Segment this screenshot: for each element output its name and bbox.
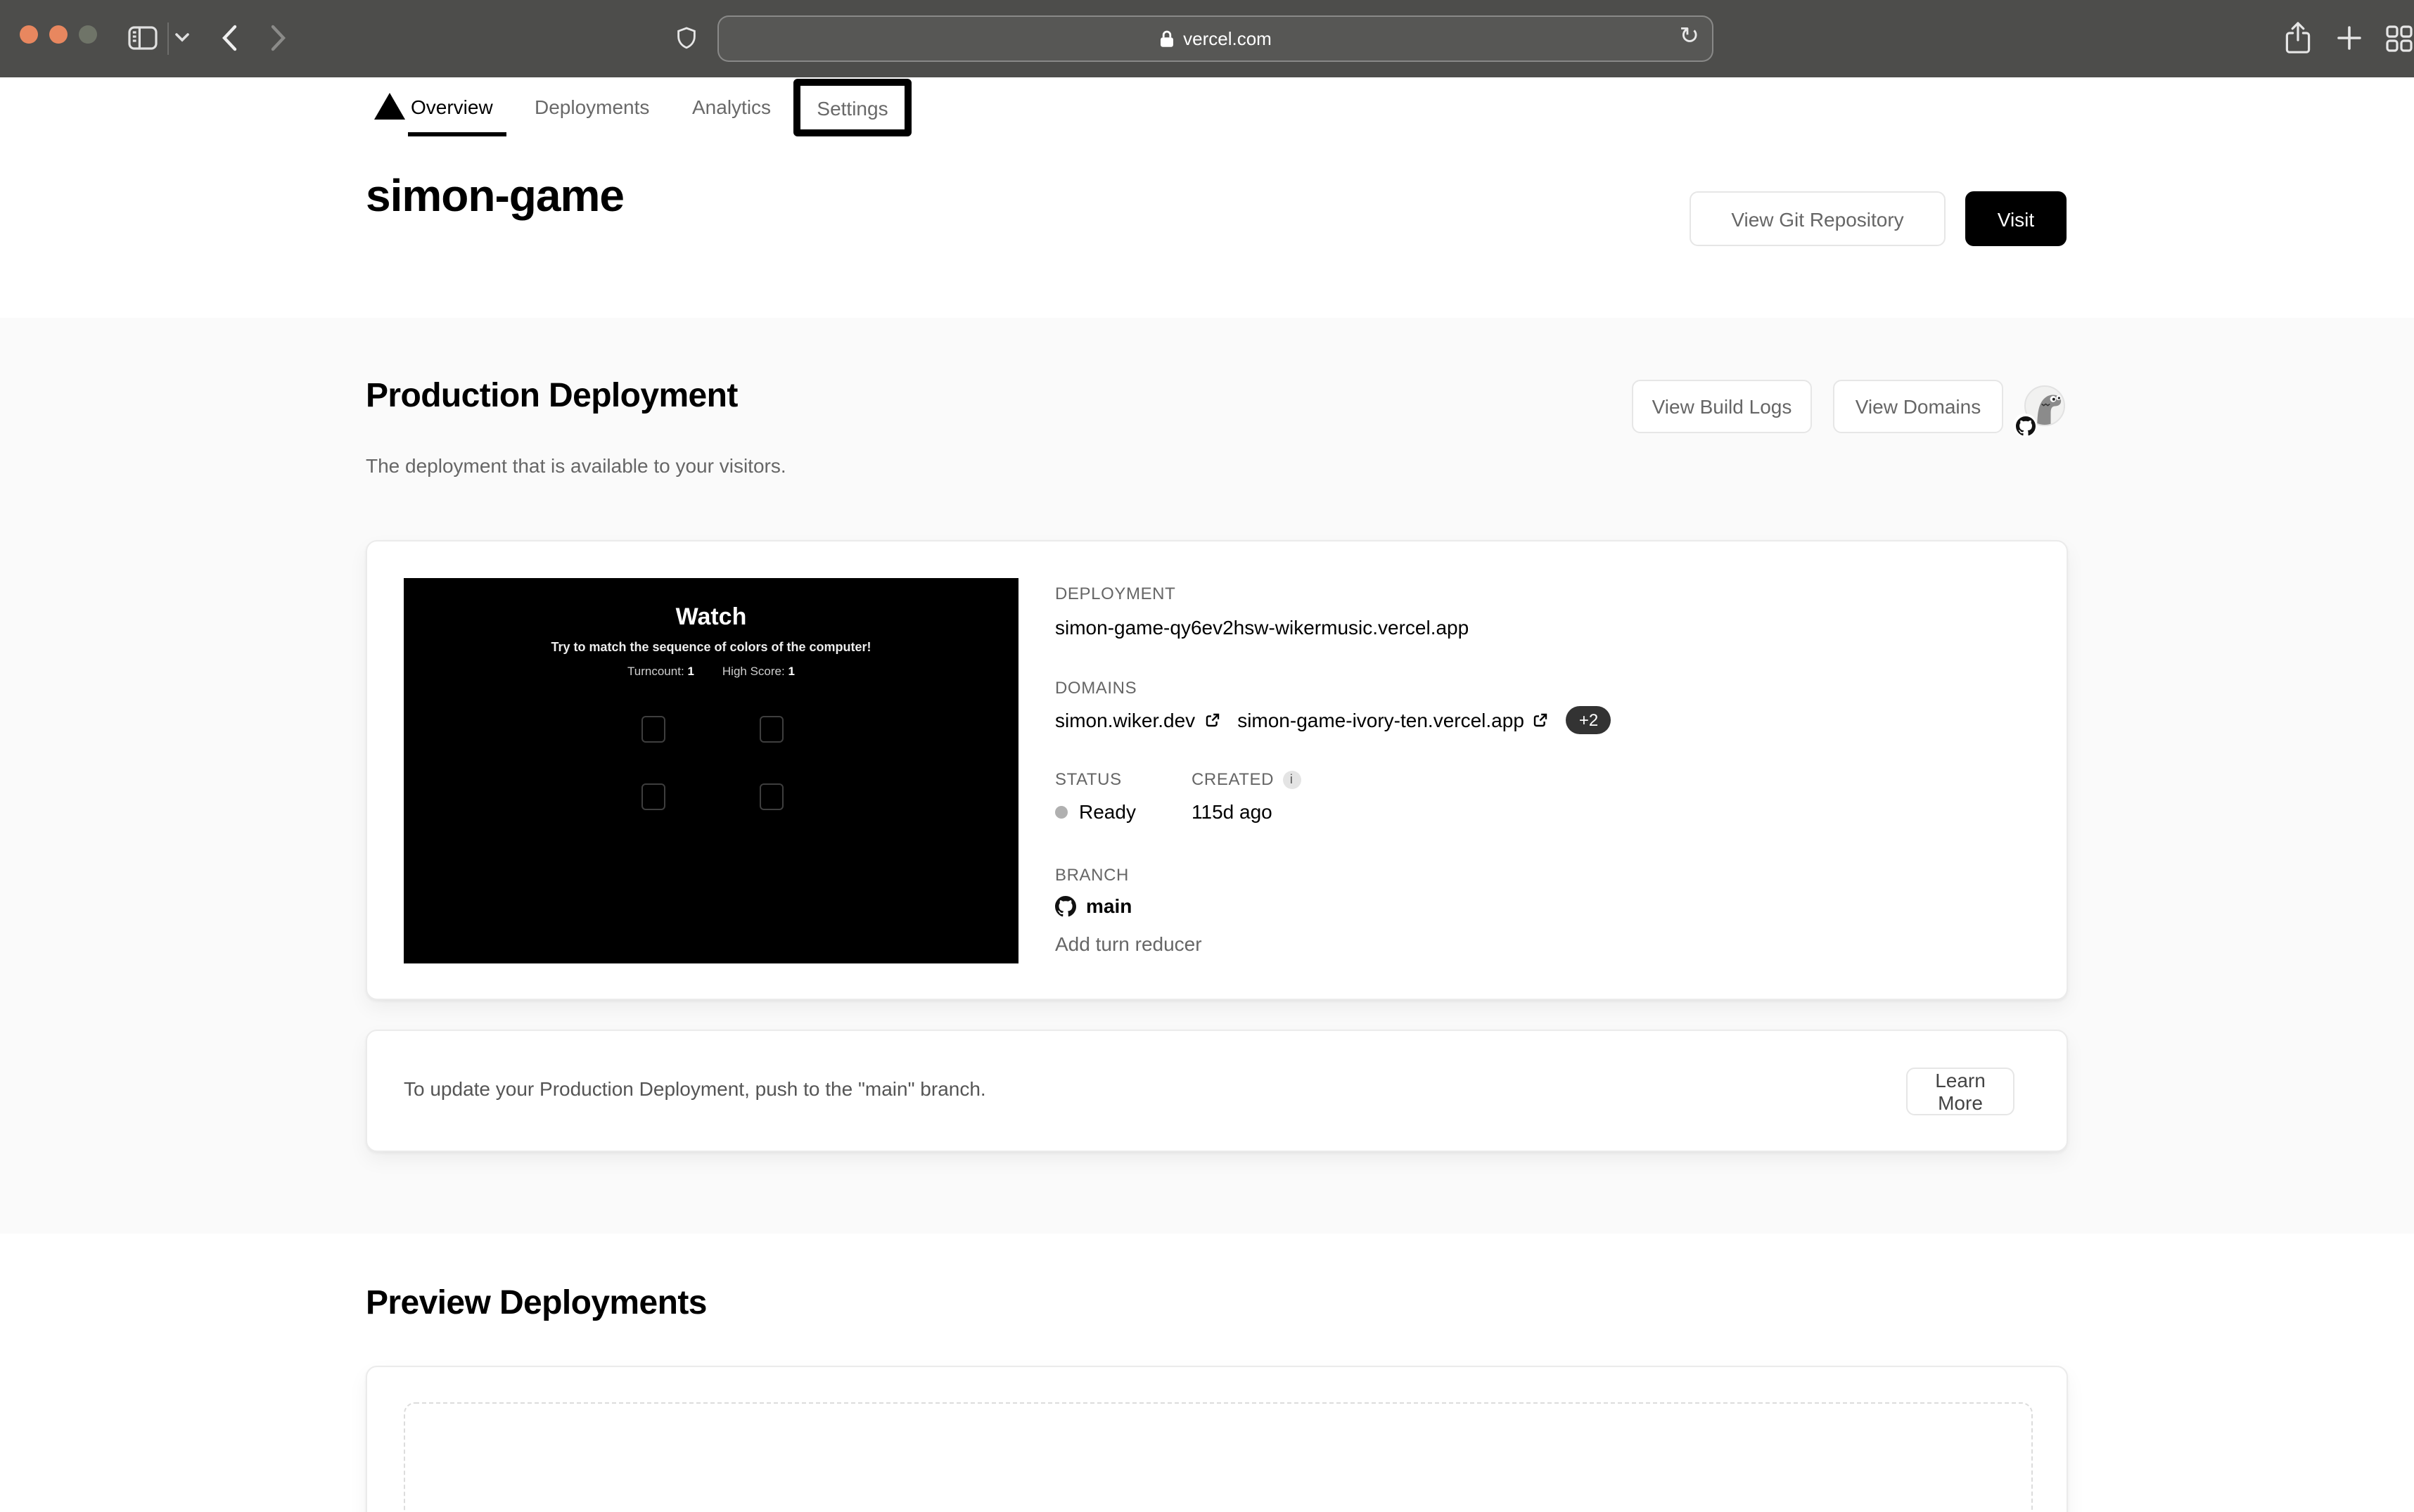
reload-icon[interactable]: ↻	[1680, 23, 1700, 51]
chevron-down-icon[interactable]	[174, 32, 190, 44]
domains-row: simon.wiker.dev simon-game-ivory-ten.ver…	[1055, 706, 1611, 734]
game-subtitle: Try to match the sequence of colors of t…	[404, 640, 1018, 654]
section-heading: Preview Deployments	[366, 1284, 707, 1324]
preview-deployments-section: Preview Deployments	[0, 1234, 2414, 1512]
share-icon[interactable]	[2285, 21, 2311, 55]
info-icon[interactable]: i	[1282, 770, 1301, 788]
created-label: CREATED i	[1192, 769, 1301, 789]
tab-deployments[interactable]: Deployments	[535, 96, 649, 118]
url-text: vercel.com	[1183, 28, 1272, 49]
view-domains-button[interactable]: View Domains	[1833, 380, 2003, 433]
address-bar[interactable]: vercel.com ↻	[717, 15, 1713, 62]
game-pad-square	[641, 716, 665, 743]
status-value: Ready	[1055, 800, 1136, 823]
deployment-card: Watch Try to match the sequence of color…	[366, 540, 2068, 1000]
back-button[interactable]	[221, 24, 238, 52]
learn-more-button[interactable]: Learn More	[1906, 1068, 2014, 1115]
section-description: The deployment that is available to your…	[366, 454, 786, 477]
tab-analytics[interactable]: Analytics	[692, 96, 771, 118]
domains-label: DOMAINS	[1055, 678, 1137, 698]
forward-button[interactable]	[270, 24, 287, 52]
project-header: simon-game View Git Repository Visit	[0, 136, 2414, 319]
visit-button[interactable]: Visit	[1965, 191, 2067, 246]
view-git-repository-button[interactable]: View Git Repository	[1690, 191, 1946, 246]
traffic-light-close-button[interactable]	[20, 25, 38, 44]
browser-toolbar: vercel.com ↻	[0, 0, 2414, 79]
preview-deployments-card	[366, 1366, 2068, 1512]
section-heading: Production Deployment	[366, 377, 738, 416]
settings-highlight-box: Settings	[793, 79, 912, 136]
game-pad-square	[760, 783, 784, 810]
production-deployment-section: Production Deployment The deployment tha…	[0, 318, 2414, 1235]
sidebar-toggle-icon[interactable]	[128, 25, 158, 51]
game-title: Watch	[404, 603, 1018, 632]
external-link-icon	[1202, 711, 1220, 729]
traffic-light-minimize-button[interactable]	[49, 25, 68, 44]
view-build-logs-button[interactable]: View Build Logs	[1632, 380, 1812, 433]
tab-settings[interactable]: Settings	[817, 96, 888, 119]
game-pad-square	[760, 716, 784, 743]
page-title: simon-game	[366, 170, 624, 222]
game-pad-square	[641, 783, 665, 810]
domain-link-2[interactable]: simon-game-ivory-ten.vercel.app	[1237, 709, 1550, 731]
domain-link-1[interactable]: simon.wiker.dev	[1055, 709, 1220, 731]
created-value: 115d ago	[1192, 800, 1272, 823]
tab-overview-grid-icon[interactable]	[2386, 25, 2413, 52]
tab-overview[interactable]: Overview	[411, 96, 493, 118]
deployment-preview-screenshot[interactable]: Watch Try to match the sequence of color…	[404, 578, 1018, 963]
external-link-icon	[1531, 711, 1550, 729]
status-label: STATUS	[1055, 769, 1122, 789]
branch-link[interactable]: main	[1055, 895, 1132, 917]
empty-deployments-dropzone	[404, 1402, 2033, 1512]
toolbar-divider	[167, 23, 169, 55]
deployment-label: DEPLOYMENT	[1055, 584, 1175, 603]
new-tab-plus-icon[interactable]	[2337, 25, 2362, 51]
status-dot-icon	[1055, 805, 1068, 818]
github-badge-icon	[2013, 414, 2037, 437]
lock-icon	[1159, 30, 1175, 48]
vercel-project-overview-page: vercel.com ↻ Overview	[0, 0, 2414, 1512]
commit-message-link[interactable]: Add turn reducer	[1055, 933, 1202, 955]
project-nav: Overview Deployments Analytics Settings	[0, 77, 2414, 136]
branch-label: BRANCH	[1055, 865, 1129, 885]
game-scores: Turncount: 1 High Score: 1	[404, 664, 1018, 678]
update-banner-card: To update your Production Deployment, pu…	[366, 1030, 2068, 1152]
deployment-url: simon-game-qy6ev2hsw-wikermusic.vercel.a…	[1055, 616, 1469, 639]
update-banner-text: To update your Production Deployment, pu…	[404, 1077, 986, 1100]
vercel-logo-icon[interactable]	[374, 93, 405, 120]
more-domains-badge[interactable]: +2	[1566, 706, 1611, 734]
github-icon	[1055, 895, 1076, 916]
privacy-shield-icon[interactable]	[677, 27, 696, 51]
traffic-light-zoom-button[interactable]	[79, 25, 97, 44]
